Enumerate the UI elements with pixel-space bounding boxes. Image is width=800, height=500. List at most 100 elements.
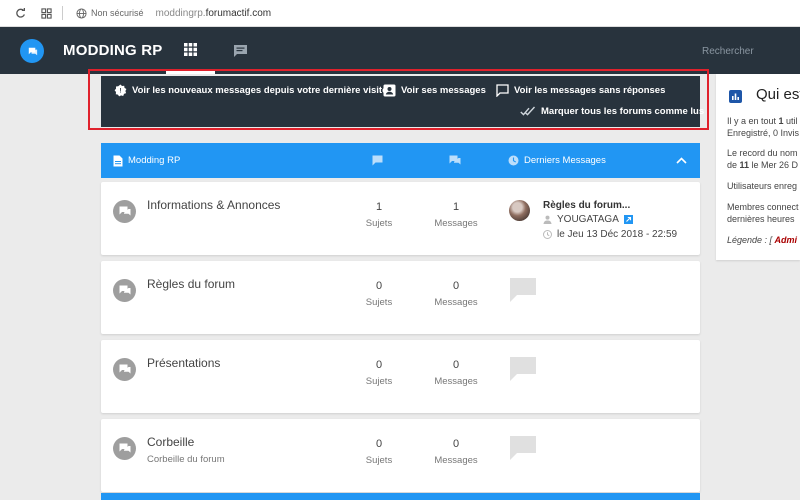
forum-chat-icon: [113, 200, 136, 223]
posts-label: Messages: [434, 218, 478, 229]
topics-label: Sujets: [365, 218, 393, 229]
topics-count: 0: [375, 438, 383, 450]
record-text-part: le Mer 26 D: [749, 160, 799, 170]
category-header: Modding RP Derniers Messages: [101, 143, 700, 178]
url-host: forumactif.com: [205, 7, 272, 19]
comment-outline-icon: [496, 84, 509, 97]
topics-label: Sujets: [365, 297, 393, 308]
messages-column-icon: [449, 143, 461, 178]
forums-grid-tab[interactable]: [166, 27, 215, 74]
no-posts-icon: [510, 357, 536, 381]
posts-label: Messages: [434, 297, 478, 308]
forum-chat-icon: [113, 279, 136, 302]
last-hours-text: dernières heures: [727, 214, 795, 224]
no-posts-icon: [510, 278, 536, 302]
clock-icon: [543, 230, 552, 239]
search-input[interactable]: [692, 41, 800, 61]
legend-admin[interactable]: Admi: [775, 235, 798, 245]
forum-chat-icon: [113, 358, 136, 381]
forum-chat-icon: [113, 437, 136, 460]
forum-row: Informations & Annonces 1 Sujets 1 Messa…: [101, 182, 700, 255]
record-count: 11: [739, 160, 750, 170]
record-detail: de 11 le Mer 26 D: [727, 159, 798, 171]
document-icon: [113, 155, 123, 166]
unanswered-link[interactable]: Voir les messages sans réponses: [496, 84, 665, 97]
last-post-title[interactable]: Règles du forum...: [543, 200, 630, 211]
apps-grid-icon[interactable]: [40, 7, 52, 19]
forum-name[interactable]: Règles du forum: [147, 277, 235, 291]
forum-logo-icon[interactable]: [20, 39, 44, 63]
last-post-user: YOUGATAGA: [543, 214, 633, 225]
goto-last-post-icon[interactable]: [623, 215, 633, 224]
site-title[interactable]: MODDING RP: [63, 42, 163, 59]
new-badge-icon: !: [114, 84, 127, 97]
topics-column-icon: [372, 143, 383, 178]
forum-navbar: MODDING RP: [0, 27, 800, 74]
online-text-part: util: [783, 116, 798, 126]
topics-count: 1: [375, 201, 383, 213]
unanswered-label: Voir les messages sans réponses: [514, 85, 666, 96]
address-bar-divider: [62, 6, 63, 20]
url-text[interactable]: moddingrp.forumactif.com: [156, 8, 272, 19]
avatar[interactable]: [509, 200, 530, 221]
topics-label: Sujets: [365, 376, 393, 387]
record-text-part: de: [727, 160, 740, 170]
legend: Légende : [ Admi: [727, 234, 797, 246]
mark-read-label: Marquer tous les forums comme lus: [541, 106, 705, 117]
account-box-icon: [383, 84, 396, 97]
url-prefix: moddingrp.: [155, 7, 206, 19]
globe-icon[interactable]: [75, 7, 87, 19]
mark-read-link[interactable]: Marquer tous les forums comme lus: [520, 106, 704, 117]
forum-name[interactable]: Présentations: [147, 356, 220, 370]
svg-text:!: !: [120, 88, 122, 94]
forum-name[interactable]: Informations & Annonces: [147, 198, 280, 212]
no-posts-icon: [510, 436, 536, 460]
category-title: Modding RP: [128, 155, 181, 166]
last-post-date: le Jeu 13 Déc 2018 - 22:59: [543, 229, 677, 240]
last-posts-column: Derniers Messages: [508, 143, 606, 178]
posts-label: Messages: [434, 455, 478, 466]
posts-count: 0: [452, 280, 460, 292]
posts-count: 1: [452, 201, 460, 213]
online-text-part: Il y a en tout: [727, 116, 779, 126]
topics-label: Sujets: [365, 455, 393, 466]
topics-count: 0: [375, 359, 383, 371]
browser-address-bar: Non sécurisé moddingrp.forumactif.com: [0, 0, 800, 27]
stats-icon: [729, 90, 742, 103]
topics-count: 0: [375, 280, 383, 292]
category-title-group[interactable]: Modding RP: [113, 143, 180, 178]
posts-count: 0: [452, 359, 460, 371]
posts-count: 0: [452, 438, 460, 450]
who-is-online-title: Qui est: [756, 86, 800, 103]
last-post-date-text: le Jeu 13 Déc 2018 - 22:59: [557, 229, 678, 240]
my-posts-label: Voir ses messages: [401, 85, 486, 96]
user-icon: [543, 215, 552, 224]
forum-description: Corbeille du forum: [147, 454, 225, 465]
posts-label: Messages: [434, 376, 478, 387]
forum-name[interactable]: Corbeille: [147, 435, 194, 449]
online-count-text: Il y a en tout 1 util: [727, 115, 798, 127]
forum-row: Présentations 0 Sujets 0 Messages: [101, 340, 700, 413]
forum-row: Règles du forum 0 Sujets 0 Messages: [101, 261, 700, 334]
record-text: Le record du nom: [727, 148, 798, 158]
online-breakdown: Enregistré, 0 Invis: [727, 128, 800, 138]
clock-icon: [508, 155, 519, 166]
grid-icon: [184, 42, 197, 56]
quick-links-bar: ! Voir les nouveaux messages depuis votr…: [101, 76, 704, 127]
chat-icon: [233, 44, 247, 57]
new-posts-link[interactable]: ! Voir les nouveaux messages depuis votr…: [114, 84, 387, 97]
registered-users-text: Utilisateurs enreg: [727, 181, 798, 191]
next-category-header: [101, 493, 700, 500]
reload-icon[interactable]: [14, 7, 26, 19]
security-label[interactable]: Non sécurisé: [91, 8, 144, 18]
chat-tab[interactable]: [228, 27, 252, 74]
double-check-icon: [520, 106, 536, 116]
last-posts-label: Derniers Messages: [524, 155, 606, 166]
collapse-chevron-icon[interactable]: [676, 143, 687, 178]
my-posts-link[interactable]: Voir ses messages: [383, 84, 486, 97]
new-posts-label: Voir les nouveaux messages depuis votre …: [132, 85, 388, 96]
members-connected-text: Membres connect: [727, 202, 799, 212]
legend-label: Légende : [: [727, 235, 775, 245]
last-post-username[interactable]: YOUGATAGA: [557, 214, 619, 225]
forum-row: Corbeille Corbeille du forum 0 Sujets 0 …: [101, 419, 700, 492]
